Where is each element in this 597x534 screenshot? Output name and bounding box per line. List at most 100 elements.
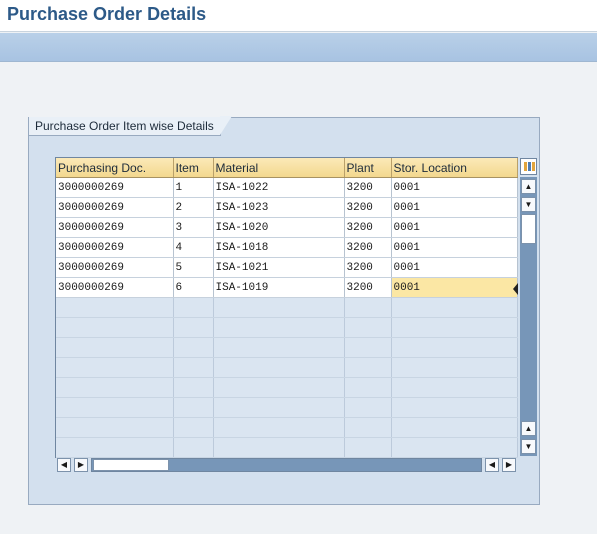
empty-cell [213,417,345,438]
column-header-plant[interactable]: Plant [344,158,392,178]
empty-cell [173,377,214,398]
page-title: Purchase Order Details [7,4,207,24]
table-body: 3000000269 1 ISA-1022 3200 0001 3000000269 2 IS… [56,177,518,458]
cell-plant[interactable]: 3200 [344,277,392,298]
cell-plant[interactable]: 3200 [344,237,392,258]
cell-purchasing-doc[interactable]: 3000000269 [56,237,174,258]
layout-settings-button[interactable] [520,158,537,175]
cell-stor-location[interactable]: 0001 [391,177,518,198]
cell-purchasing-doc[interactable]: 3000000269 [56,277,174,298]
empty-cell [344,357,392,378]
empty-cell [173,437,214,458]
cell-material[interactable]: ISA-1020 [213,217,345,238]
cell-material[interactable]: ISA-1022 [213,177,345,198]
empty-row [56,417,518,438]
table-row[interactable]: 3000000269 4 ISA-1018 3200 0001 [56,237,518,258]
cell-stor-location[interactable]: 0001 [391,217,518,238]
column-header-stor-location[interactable]: Stor. Location [391,158,518,178]
empty-cell [344,317,392,338]
scroll-left-arrow-icon[interactable]: ◀ [57,458,71,472]
title-bar: Purchase Order Details [0,0,597,32]
horizontal-scroll-thumb[interactable] [93,459,169,471]
empty-cell [56,417,174,438]
cell-stor-location[interactable]: 0001 [391,197,518,218]
empty-row [56,377,518,398]
table-row[interactable]: 3000000269 1 ISA-1022 3200 0001 [56,177,518,198]
empty-cell [344,417,392,438]
cell-plant[interactable]: 3200 [344,197,392,218]
empty-cell [344,337,392,358]
application-toolbar [0,33,597,62]
cell-purchasing-doc[interactable]: 3000000269 [56,177,174,198]
empty-cell [56,357,174,378]
empty-row [56,357,518,378]
page-up-arrow-icon[interactable]: ▲ [521,421,536,436]
empty-cell [391,357,518,378]
cell-plant[interactable]: 3200 [344,257,392,278]
cell-purchasing-doc[interactable]: 3000000269 [56,257,174,278]
cell-item[interactable]: 3 [173,217,214,238]
empty-cell [391,397,518,418]
empty-cell [56,437,174,458]
cell-stor-location[interactable]: 0001 [391,277,518,298]
group-box-title: Purchase Order Item wise Details [29,116,232,136]
cell-purchasing-doc[interactable]: 3000000269 [56,197,174,218]
empty-cell [391,437,518,458]
column-header-item[interactable]: Item [173,158,214,178]
empty-row [56,337,518,358]
empty-cell [173,317,214,338]
cell-item[interactable]: 4 [173,237,214,258]
table-row[interactable]: 3000000269 2 ISA-1023 3200 0001 [56,197,518,218]
empty-cell [56,317,174,338]
empty-row [56,397,518,418]
cell-item[interactable]: 1 [173,177,214,198]
empty-cell [391,337,518,358]
scroll-right-arrow-icon[interactable]: ▶ [74,458,88,472]
table-row[interactable]: 3000000269 5 ISA-1021 3200 0001 [56,257,518,278]
cell-stor-location[interactable]: 0001 [391,257,518,278]
header-row: Purchasing Doc. Item Material Plant Stor… [56,158,518,178]
cell-item[interactable]: 2 [173,197,214,218]
cell-stor-location[interactable]: 0001 [391,237,518,258]
empty-cell [56,297,174,318]
cell-material[interactable]: ISA-1019 [213,277,345,298]
empty-row [56,297,518,318]
scroll-end-right-arrow-icon[interactable]: ▶ [502,458,516,472]
cell-plant[interactable]: 3200 [344,217,392,238]
cell-item[interactable]: 6 [173,277,214,298]
scroll-down-arrow-icon[interactable]: ▼ [521,197,536,212]
empty-cell [173,397,214,418]
cell-material[interactable]: ISA-1023 [213,197,345,218]
empty-cell [173,357,214,378]
empty-cell [56,397,174,418]
items-table: Purchasing Doc. Item Material Plant Stor… [55,157,518,458]
column-header-material[interactable]: Material [213,158,345,178]
empty-cell [213,377,345,398]
cell-purchasing-doc[interactable]: 3000000269 [56,217,174,238]
scroll-up-arrow-icon[interactable]: ▲ [521,179,536,194]
scroll-end-left-arrow-icon[interactable]: ◀ [485,458,499,472]
table-row[interactable]: 3000000269 3 ISA-1020 3200 0001 [56,217,518,238]
empty-cell [56,337,174,358]
cell-material[interactable]: ISA-1018 [213,237,345,258]
empty-cell [213,297,345,318]
empty-cell [344,377,392,398]
empty-cell [213,357,345,378]
cell-material[interactable]: ISA-1021 [213,257,345,278]
cursor-marker-icon [513,283,518,295]
cell-plant[interactable]: 3200 [344,177,392,198]
empty-cell [391,317,518,338]
page-down-arrow-icon[interactable]: ▼ [521,439,536,454]
items-grid: Purchasing Doc. Item Material Plant Stor… [56,158,518,458]
empty-cell [173,337,214,358]
empty-cell [56,377,174,398]
vertical-scroll-thumb[interactable] [521,214,536,244]
empty-cell [213,337,345,358]
empty-row [56,317,518,338]
column-header-purchasing-doc[interactable]: Purchasing Doc. [56,158,174,178]
cell-item[interactable]: 5 [173,257,214,278]
empty-cell [344,437,392,458]
empty-cell [173,417,214,438]
table-row[interactable]: 3000000269 6 ISA-1019 3200 0001 [56,277,518,298]
empty-cell [391,297,518,318]
